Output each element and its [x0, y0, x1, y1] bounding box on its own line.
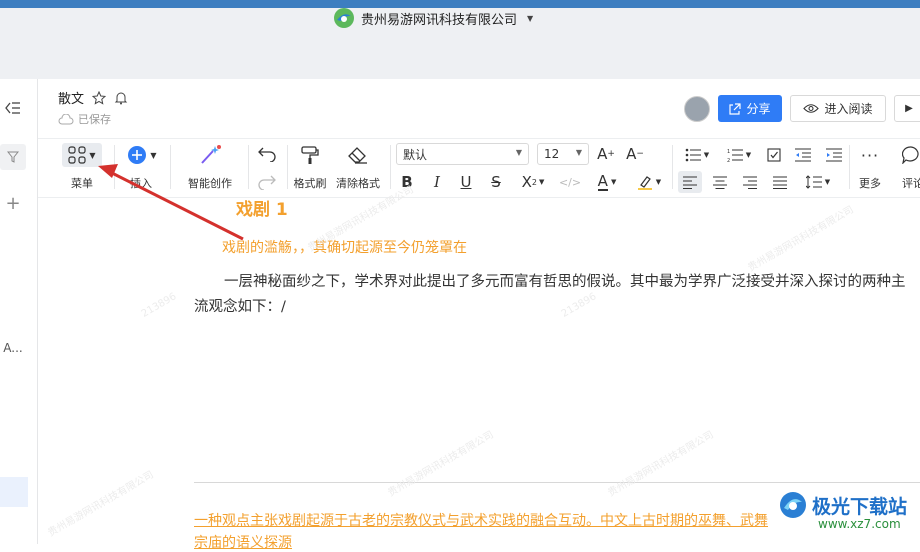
brand-name: 极光下载站 [812, 495, 908, 518]
brand-logo-icon [778, 490, 808, 520]
annotation-arrow [98, 164, 244, 241]
brand-overlay: 极光下载站 [778, 490, 907, 520]
brand-url: www.xz7.com [818, 517, 901, 531]
